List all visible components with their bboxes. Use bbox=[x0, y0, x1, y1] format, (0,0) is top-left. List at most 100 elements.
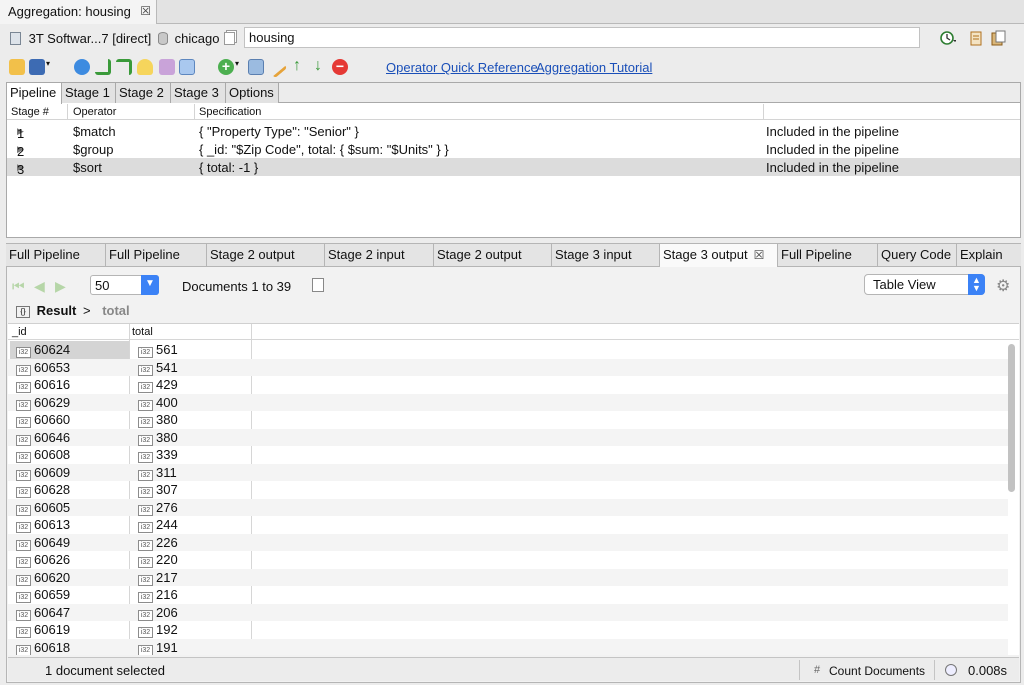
total-cell[interactable]: i32 216 bbox=[132, 586, 250, 604]
col-specification[interactable]: Specification bbox=[199, 106, 261, 118]
table-row[interactable]: i32 60647 i32 206 bbox=[8, 603, 1008, 622]
table-row[interactable]: i32 60659 i32 216 bbox=[8, 586, 1008, 604]
table-row[interactable]: i32 60609 i32 311 bbox=[8, 463, 1008, 481]
id-cell[interactable]: i32 60628 bbox=[10, 481, 129, 499]
total-cell[interactable]: i32 191 bbox=[132, 639, 250, 655]
paste-icon[interactable] bbox=[990, 30, 1006, 46]
aggregation-tutorial-link[interactable]: Aggregation Tutorial bbox=[536, 60, 652, 75]
id-cell[interactable]: i32 60620 bbox=[10, 569, 129, 587]
col-operator[interactable]: Operator bbox=[73, 106, 116, 118]
total-cell[interactable]: i32 429 bbox=[132, 376, 250, 394]
tab-explain[interactable]: Explain bbox=[957, 244, 1021, 267]
copy-stage-icon[interactable] bbox=[248, 59, 264, 75]
step-into-icon[interactable] bbox=[95, 59, 111, 75]
id-cell[interactable]: i32 60618 bbox=[10, 639, 129, 655]
tab-options[interactable]: Options bbox=[226, 83, 279, 103]
save-icon[interactable] bbox=[29, 59, 45, 75]
tab-stage-2-output[interactable]: Stage 2 output bbox=[434, 244, 552, 267]
col-total[interactable]: total bbox=[132, 326, 153, 338]
close-tab-icon[interactable]: ☒ bbox=[754, 248, 765, 262]
vertical-scrollbar[interactable] bbox=[1008, 344, 1015, 492]
total-cell[interactable]: i32 307 bbox=[132, 481, 250, 499]
col-stage[interactable]: Stage # bbox=[11, 106, 49, 118]
total-cell[interactable]: i32 192 bbox=[132, 621, 250, 639]
tab-stage-2[interactable]: Stage 2 bbox=[116, 83, 171, 103]
updown-arrows-icon[interactable]: ▲ ▼ bbox=[968, 274, 985, 295]
table-row[interactable]: i32 60653 i32 541 bbox=[8, 358, 1008, 377]
total-cell[interactable]: i32 226 bbox=[132, 534, 250, 552]
total-cell[interactable]: i32 244 bbox=[132, 516, 250, 534]
col-id[interactable]: _id bbox=[12, 326, 27, 338]
id-cell[interactable]: i32 60659 bbox=[10, 586, 129, 604]
table-row[interactable]: i32 60618 i32 191 bbox=[8, 638, 1008, 655]
save-dropdown-icon[interactable]: ▾ bbox=[46, 59, 54, 75]
run-icon[interactable] bbox=[74, 59, 90, 75]
total-cell[interactable]: i32 380 bbox=[132, 411, 250, 429]
stage-row[interactable]: ▶ 2 $group { _id: "$Zip Code", total: { … bbox=[7, 140, 1020, 159]
table-row[interactable]: i32 60619 i32 192 bbox=[8, 621, 1008, 639]
id-cell[interactable]: i32 60619 bbox=[10, 621, 129, 639]
close-tab-icon[interactable]: ☒ bbox=[140, 4, 151, 18]
total-cell[interactable]: i32 400 bbox=[132, 394, 250, 412]
first-page-icon[interactable]: ⏮ bbox=[12, 278, 25, 295]
id-cell[interactable]: i32 60608 bbox=[10, 446, 129, 464]
stage-row-selected[interactable]: ▶ 3 $sort { total: -1 } Included in the … bbox=[7, 158, 1020, 177]
id-cell[interactable]: i32 60629 bbox=[10, 394, 129, 412]
find-documents-icon[interactable] bbox=[312, 278, 324, 292]
id-cell[interactable]: i32 60616 bbox=[10, 376, 129, 394]
table-row[interactable]: i32 60649 i32 226 bbox=[8, 533, 1008, 552]
table-row[interactable]: i32 60605 i32 276 bbox=[8, 498, 1008, 517]
id-cell[interactable]: i32 60613 bbox=[10, 516, 129, 534]
table-row[interactable]: i32 60646 i32 380 bbox=[8, 428, 1008, 447]
tab-stage-3[interactable]: Stage 3 bbox=[171, 83, 226, 103]
collection-field[interactable]: housing bbox=[244, 27, 920, 48]
id-cell[interactable]: i32 60647 bbox=[10, 604, 129, 622]
settings-gear-icon[interactable]: ⚙ bbox=[996, 276, 1010, 296]
table-row[interactable]: i32 60628 i32 307 bbox=[8, 481, 1008, 499]
id-cell[interactable]: i32 60626 bbox=[10, 551, 129, 569]
tab-stage-3-input[interactable]: Stage 3 input bbox=[552, 244, 660, 267]
view-mode-select[interactable]: Table View ▲ ▼ bbox=[864, 274, 985, 295]
tab-full-pipeline[interactable]: Full Pipeline bbox=[778, 244, 878, 267]
total-cell[interactable]: i32 276 bbox=[132, 499, 250, 517]
id-cell[interactable]: i32 60653 bbox=[10, 359, 129, 377]
lightbulb-icon[interactable] bbox=[137, 59, 153, 75]
total-cell[interactable]: i32 217 bbox=[132, 569, 250, 587]
tab-stage-3-output[interactable]: Stage 3 output ☒ bbox=[660, 244, 778, 267]
id-cell[interactable]: i32 60646 bbox=[10, 429, 129, 447]
breadcrumb-root[interactable]: Result bbox=[37, 303, 77, 318]
move-up-icon[interactable]: ↑ bbox=[289, 58, 305, 75]
total-cell[interactable]: i32 206 bbox=[132, 604, 250, 622]
id-cell[interactable]: i32 60605 bbox=[10, 499, 129, 517]
tab-query-code[interactable]: Query Code bbox=[878, 244, 957, 267]
tab-stage-2-output[interactable]: Stage 2 output bbox=[207, 244, 325, 267]
table-row[interactable]: i32 60660 i32 380 bbox=[8, 411, 1008, 429]
tab-stage-1[interactable]: Stage 1 bbox=[62, 83, 116, 103]
eraser-icon[interactable] bbox=[159, 59, 175, 75]
id-cell[interactable]: i32 60660 bbox=[10, 411, 129, 429]
move-down-icon[interactable]: ↓ bbox=[310, 58, 326, 75]
step-out-icon[interactable] bbox=[116, 59, 132, 75]
table-row[interactable]: i32 60608 i32 339 bbox=[8, 446, 1008, 464]
add-stage-dropdown-icon[interactable]: ▾ bbox=[235, 59, 243, 75]
export-icon[interactable] bbox=[968, 30, 984, 46]
previous-page-icon[interactable]: ◀ bbox=[34, 278, 45, 295]
add-stage-icon[interactable]: + bbox=[218, 59, 234, 75]
operator-quick-reference-link[interactable]: Operator Quick Reference bbox=[386, 60, 538, 75]
count-documents-button[interactable]: Count Documents bbox=[829, 664, 925, 678]
table-row[interactable]: i32 60624 i32 561 bbox=[8, 341, 1008, 359]
tab-pipeline[interactable]: Pipeline bbox=[7, 83, 62, 104]
remove-stage-icon[interactable]: − bbox=[332, 59, 348, 75]
total-cell[interactable]: i32 220 bbox=[132, 551, 250, 569]
open-folder-icon[interactable] bbox=[9, 59, 25, 75]
table-row[interactable]: i32 60613 i32 244 bbox=[8, 516, 1008, 534]
table-row[interactable]: i32 60626 i32 220 bbox=[8, 551, 1008, 569]
edit-stage-icon[interactable] bbox=[264, 55, 288, 79]
history-icon[interactable] bbox=[940, 30, 956, 46]
total-cell[interactable]: i32 561 bbox=[132, 341, 250, 359]
tab-full-pipeline[interactable]: Full Pipeline bbox=[106, 244, 207, 267]
table-row[interactable]: i32 60620 i32 217 bbox=[8, 568, 1008, 587]
page-size-select[interactable]: 50 ▼ bbox=[90, 275, 159, 295]
editor-tab-housing[interactable]: Aggregation: housing ☒ bbox=[0, 0, 157, 24]
tab-full-pipeline[interactable]: Full Pipeline bbox=[6, 244, 106, 267]
